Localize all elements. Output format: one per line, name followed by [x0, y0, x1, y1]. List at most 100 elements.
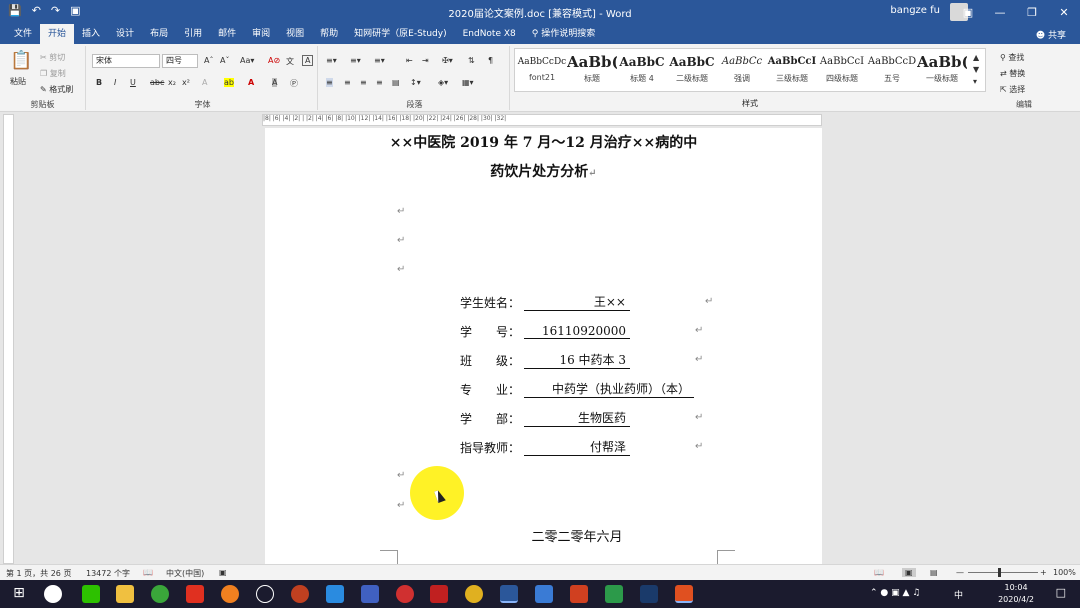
show-marks-icon[interactable]: ¶	[488, 56, 493, 65]
tab-view[interactable]: 视图	[278, 24, 312, 44]
font-color-icon[interactable]: A	[248, 78, 254, 87]
zoom-in-icon[interactable]: +	[1040, 568, 1047, 577]
zoom-out-icon[interactable]: —	[956, 568, 964, 577]
netease-music-icon[interactable]	[396, 585, 414, 603]
camtasia-icon[interactable]	[605, 585, 623, 603]
style-heading4[interactable]: AaBbC 标题 4	[617, 51, 667, 89]
style-level4[interactable]: AaBbCcI 四级标题	[817, 51, 867, 89]
horizontal-ruler[interactable]: |8| |6| |4| |2| | |2| |4| |6| |8| |10| |…	[262, 114, 822, 126]
print-layout-icon[interactable]: ▣	[902, 568, 916, 577]
enclose-char-icon[interactable]: Ⓟ	[290, 78, 298, 89]
increase-indent-icon[interactable]: ⇥	[422, 56, 429, 65]
tab-file[interactable]: 文件	[6, 24, 40, 44]
powerpoint-icon[interactable]	[570, 585, 588, 603]
page-count[interactable]: 第 1 页，共 26 页	[6, 568, 71, 579]
user-name[interactable]: bangze fu	[890, 5, 940, 16]
styles-scroll-up-icon[interactable]: ▲	[973, 53, 979, 62]
numbering-icon[interactable]: ≡▾	[350, 56, 361, 65]
font-size-select[interactable]: 四号	[162, 54, 198, 68]
petal-app-icon[interactable]	[44, 585, 62, 603]
superscript-icon[interactable]: x²	[182, 78, 190, 87]
app-red-icon[interactable]	[186, 585, 204, 603]
text-effects-icon[interactable]: A	[202, 78, 207, 87]
justify-icon[interactable]: ≡	[376, 78, 383, 87]
system-tray[interactable]: ⌃ ● ▣ ▲ ♫	[870, 588, 920, 598]
decrease-indent-icon[interactable]: ⇤	[406, 56, 413, 65]
line-spacing-icon[interactable]: ↕▾	[410, 78, 421, 87]
cut-button[interactable]: ✂ 剪切	[40, 52, 65, 63]
tab-insert[interactable]: 插入	[74, 24, 108, 44]
shading-icon[interactable]: ◈▾	[438, 78, 448, 87]
bold-icon[interactable]: B	[96, 78, 102, 87]
distributed-icon[interactable]: ▤	[392, 78, 400, 87]
copy-button[interactable]: ❐ 复制	[40, 68, 66, 79]
macro-icon[interactable]: ▣	[219, 568, 227, 577]
minimize-icon[interactable]: —	[984, 0, 1016, 24]
tab-endnote[interactable]: EndNote X8	[455, 24, 524, 44]
char-border-icon[interactable]: A	[302, 55, 314, 66]
styles-scroll-down-icon[interactable]: ▼	[973, 65, 979, 74]
style-title[interactable]: AaBb(标题	[567, 51, 617, 89]
style-level2[interactable]: AaBbC 二级标题	[667, 51, 717, 89]
notification-icon[interactable]: □	[1056, 586, 1066, 599]
tell-me-search[interactable]: ⚲ 操作说明搜索	[524, 24, 603, 44]
style-font21[interactable]: AaBbCcDc font21	[517, 51, 567, 89]
find-button[interactable]: ⚲ 查找	[1000, 52, 1024, 63]
align-left-icon[interactable]: ≡	[326, 78, 333, 87]
restore-icon[interactable]: ❐	[1016, 0, 1048, 24]
tab-references[interactable]: 引用	[176, 24, 210, 44]
chrome-icon[interactable]	[465, 585, 483, 603]
italic-icon[interactable]: I	[114, 78, 116, 87]
underline-icon[interactable]: U	[130, 78, 136, 87]
style-level1[interactable]: AaBb(一级标题	[917, 51, 967, 89]
search-app-icon[interactable]	[221, 585, 239, 603]
highlight-icon[interactable]: ab	[224, 78, 234, 87]
zoom-level[interactable]: 100%	[1053, 568, 1076, 577]
char-shading-icon[interactable]: A	[272, 78, 278, 87]
zoom-slider[interactable]	[968, 572, 1038, 573]
sort-icon[interactable]: ⇅	[468, 56, 475, 65]
file-explorer-icon[interactable]	[116, 585, 134, 603]
ime-indicator[interactable]: 中	[954, 588, 963, 601]
font-name-select[interactable]: 宋体	[92, 54, 160, 68]
start-icon[interactable]: ⊞	[10, 585, 28, 603]
style-level3[interactable]: AaBbCcI 三级标题	[767, 51, 817, 89]
paste-icon[interactable]: 📋	[10, 50, 32, 71]
clock[interactable]: 10:04 2020/4/2	[998, 582, 1034, 606]
ribbon-display-icon[interactable]: ▣	[952, 0, 984, 24]
style-emphasis[interactable]: AaBbCc 强调	[717, 51, 767, 89]
wechat-icon[interactable]	[82, 585, 100, 603]
tab-mailings[interactable]: 邮件	[210, 24, 244, 44]
tab-help[interactable]: 帮助	[312, 24, 346, 44]
tab-estudy[interactable]: 知网研学（原E-Study)	[346, 24, 454, 44]
notes-app-icon[interactable]	[326, 585, 344, 603]
tab-home[interactable]: 开始	[40, 24, 75, 44]
filezilla-icon[interactable]	[430, 585, 448, 603]
phonetic-icon[interactable]: 文	[286, 56, 294, 67]
recorder-icon[interactable]	[675, 585, 693, 603]
chinese-layout-icon[interactable]: ✠▾	[442, 56, 453, 65]
style-size5[interactable]: AaBbCcD 五号	[867, 51, 917, 89]
network-app-icon[interactable]	[361, 585, 379, 603]
app-v-icon[interactable]	[535, 585, 553, 603]
web-layout-icon[interactable]: ▤	[930, 568, 938, 577]
proofing-icon[interactable]: 📖	[143, 568, 153, 577]
app-swirl-icon[interactable]	[291, 585, 309, 603]
strikethrough-icon[interactable]: abc	[150, 78, 164, 87]
bullets-icon[interactable]: ≡▾	[326, 56, 337, 65]
tab-layout[interactable]: 布局	[142, 24, 176, 44]
replace-button[interactable]: ⇄ 替换	[1000, 68, 1025, 79]
en-input-icon[interactable]	[256, 585, 274, 603]
language[interactable]: 中文(中国)	[166, 568, 204, 579]
borders-icon[interactable]: ▦▾	[462, 78, 474, 87]
word-count[interactable]: 13472 个字	[86, 568, 130, 579]
format-painter-button[interactable]: ✎ 格式刷	[40, 84, 73, 95]
font-shrink-icon[interactable]: Aˇ	[220, 56, 229, 65]
zoom-thumb[interactable]	[998, 568, 1001, 577]
photoshop-icon[interactable]	[640, 585, 658, 603]
close-icon[interactable]: ✕	[1048, 0, 1080, 24]
styles-more-icon[interactable]: ▾	[973, 77, 977, 86]
word-icon[interactable]	[500, 585, 518, 603]
subscript-icon[interactable]: x₂	[168, 78, 176, 87]
clear-format-icon[interactable]: A⊘	[268, 56, 280, 65]
